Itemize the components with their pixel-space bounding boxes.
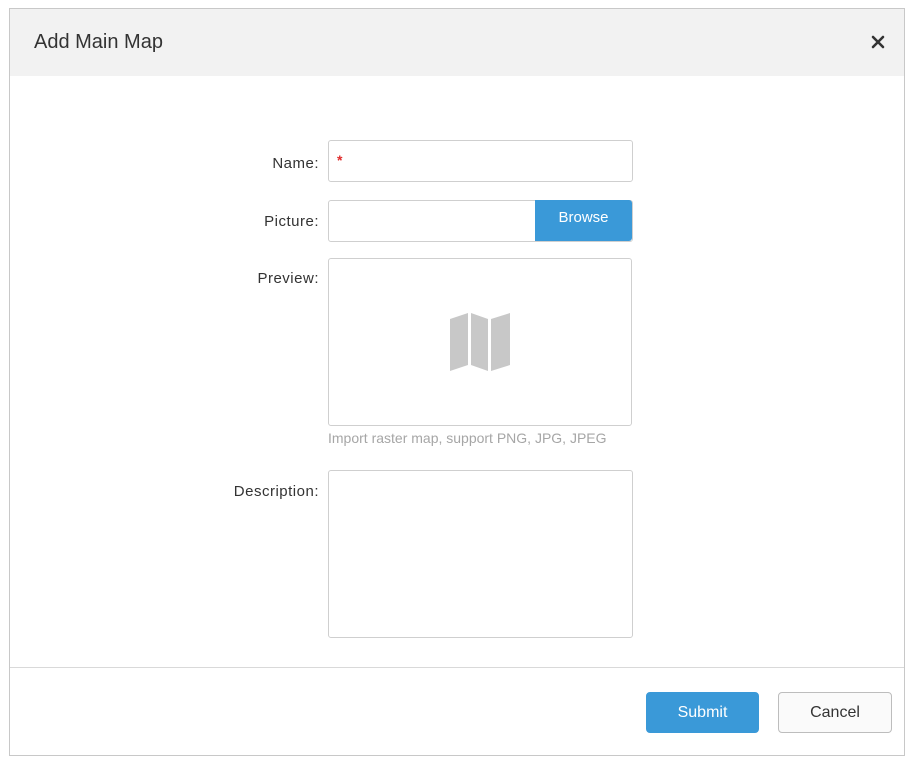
add-main-map-dialog: Add Main Map Name: * Picture: Browse Pre…: [9, 8, 905, 756]
dialog-title: Add Main Map: [34, 31, 163, 53]
preview-box[interactable]: [328, 258, 632, 426]
cancel-button[interactable]: Cancel: [778, 692, 892, 733]
required-mark: *: [337, 152, 343, 168]
map-icon: [448, 313, 512, 371]
submit-button[interactable]: Submit: [646, 692, 759, 733]
close-icon[interactable]: [866, 30, 890, 54]
preview-label: Preview:: [257, 270, 319, 287]
picture-label: Picture:: [264, 213, 319, 230]
name-input[interactable]: *: [328, 140, 633, 182]
footer-divider: [10, 667, 904, 668]
description-textarea[interactable]: [328, 470, 633, 638]
description-label: Description:: [233, 483, 319, 500]
name-label: Name:: [272, 155, 319, 172]
preview-hint: Import raster map, support PNG, JPG, JPE…: [328, 430, 607, 446]
browse-button[interactable]: Browse: [535, 200, 632, 241]
dialog-header: Add Main Map: [10, 9, 904, 76]
